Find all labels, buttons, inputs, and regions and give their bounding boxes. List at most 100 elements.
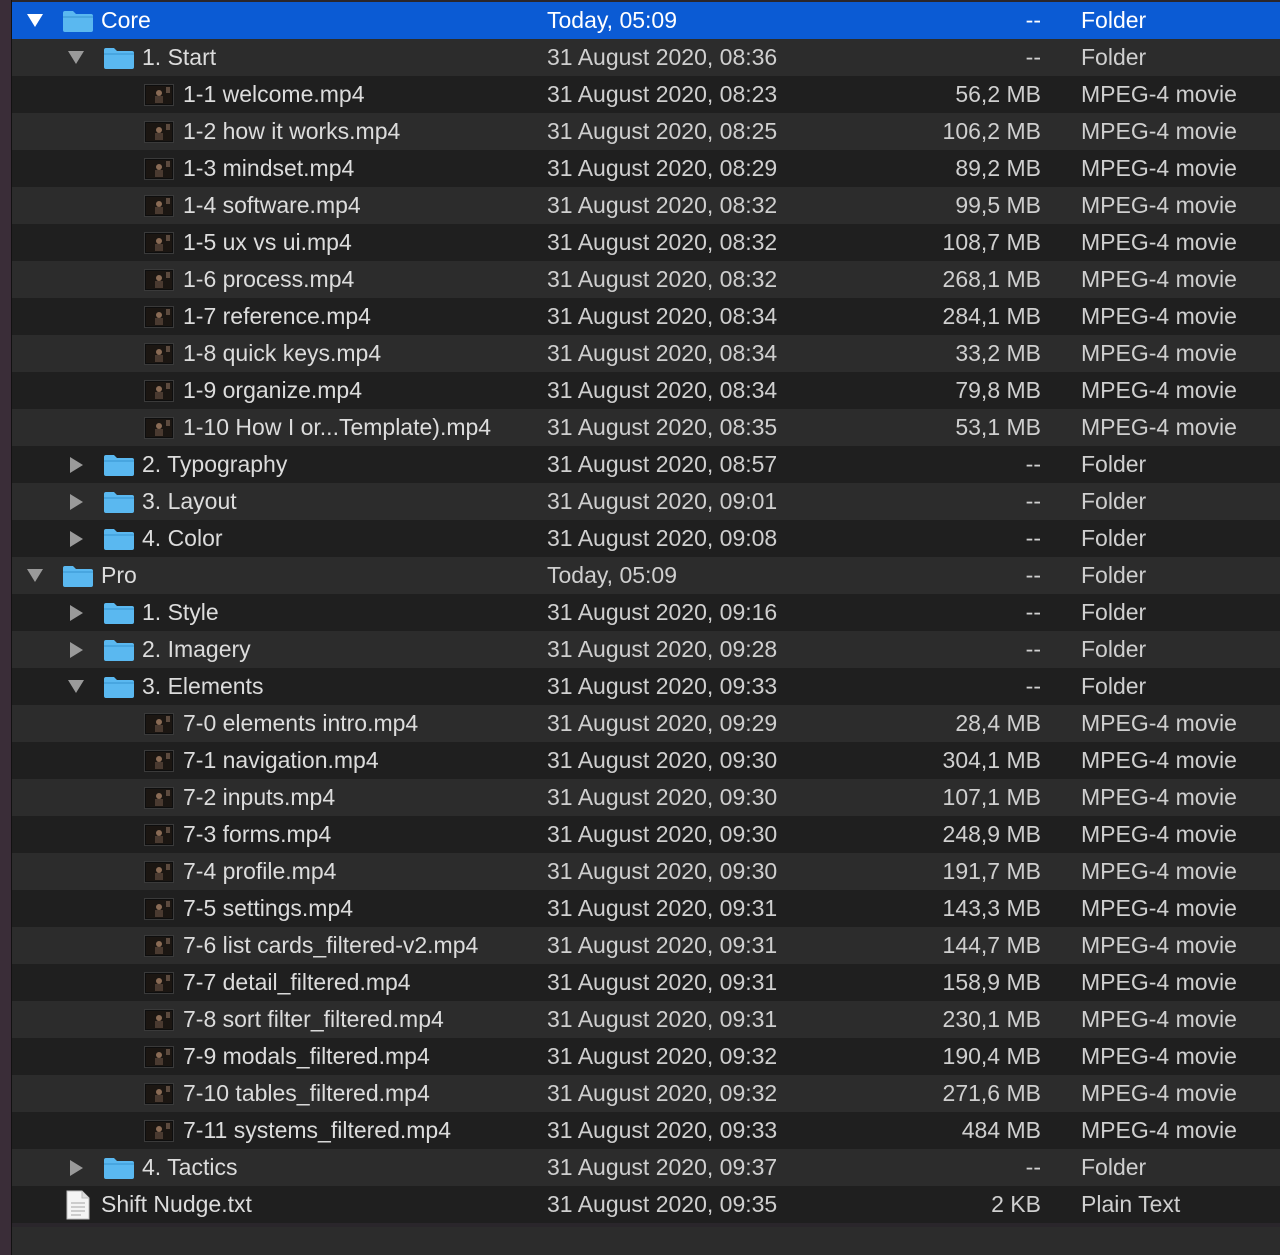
item-name: 3. Layout [142, 488, 237, 514]
disclosure-expanded-icon[interactable] [66, 668, 86, 705]
item-size: 158,9 MB [942, 969, 1041, 995]
disclosure-expanded-icon[interactable] [25, 557, 45, 594]
file-row[interactable]: 1-10 How I or...Template).mp4 31 August 2… [12, 409, 1280, 446]
folder-row[interactable]: 2. Typography 31 August 2020, 08:57 -- Fold… [12, 446, 1280, 483]
file-row[interactable]: 1-9 organize.mp4 31 August 2020, 08:34 79,… [12, 372, 1280, 409]
file-row[interactable]: 7-11 systems_filtered.mp4 31 August 2020,… [12, 1112, 1280, 1149]
item-name: 7-4 profile.mp4 [183, 858, 337, 884]
date-modified: 31 August 2020, 08:34 [547, 303, 778, 329]
item-name: 1-7 reference.mp4 [183, 303, 371, 329]
item-name: 7-9 modals_filtered.mp4 [183, 1043, 430, 1069]
item-kind: MPEG-4 movie [1081, 229, 1237, 255]
item-name: 1-10 How I or...Template).mp4 [183, 414, 492, 440]
file-row[interactable]: 7-8 sort filter_filtered.mp4 31 August 20… [12, 1001, 1280, 1038]
movie-thumbnail-icon [144, 890, 174, 927]
date-modified: 31 August 2020, 08:57 [547, 451, 778, 477]
folder-row[interactable]: 3. Layout 31 August 2020, 09:01 -- Folder [12, 483, 1280, 520]
folder-icon [62, 557, 94, 594]
date-modified: 31 August 2020, 09:30 [547, 858, 778, 884]
item-name: 7-5 settings.mp4 [183, 895, 354, 921]
file-row[interactable]: 1-3 mindset.mp4 31 August 2020, 08:29 89,2… [12, 150, 1280, 187]
folder-row[interactable]: 4. Color 31 August 2020, 09:08 -- Folder [12, 520, 1280, 557]
file-row[interactable]: 7-4 profile.mp4 31 August 2020, 09:30 191,… [12, 853, 1280, 890]
folder-row[interactable]: 2. Imagery 31 August 2020, 09:28 -- Folder [12, 631, 1280, 668]
file-row[interactable]: 7-5 settings.mp4 31 August 2020, 09:31 143… [12, 890, 1280, 927]
disclosure-collapsed-icon[interactable] [66, 1149, 86, 1186]
file-row[interactable]: 1-7 reference.mp4 31 August 2020, 08:34 28… [12, 298, 1280, 335]
item-name: 7-3 forms.mp4 [183, 821, 332, 847]
date-modified: 31 August 2020, 09:33 [547, 1117, 778, 1143]
folder-icon [103, 483, 135, 520]
file-row[interactable]: Shift Nudge.txt 31 August 2020, 09:35 2 KB… [12, 1186, 1280, 1223]
disclosure-collapsed-icon[interactable] [66, 446, 86, 483]
item-size: 191,7 MB [942, 858, 1041, 884]
item-kind: Folder [1081, 451, 1147, 477]
file-row[interactable]: 7-0 elements intro.mp4 31 August 2020, 09… [12, 705, 1280, 742]
file-row[interactable]: 7-1 navigation.mp4 31 August 2020, 09:30 3… [12, 742, 1280, 779]
movie-thumbnail-icon [144, 224, 174, 261]
folder-row[interactable]: 1. Start 31 August 2020, 08:36 -- Folder [12, 39, 1280, 76]
file-row[interactable]: 1-1 welcome.mp4 31 August 2020, 08:23 56,2… [12, 76, 1280, 113]
item-size: -- [1025, 525, 1041, 551]
item-kind: Folder [1081, 636, 1147, 662]
date-modified: 31 August 2020, 09:08 [547, 525, 778, 551]
disclosure-collapsed-icon[interactable] [66, 483, 86, 520]
item-kind: MPEG-4 movie [1081, 377, 1237, 403]
disclosure-expanded-icon[interactable] [66, 39, 86, 76]
file-row[interactable]: 7-3 forms.mp4 31 August 2020, 09:30 248,9 … [12, 816, 1280, 853]
movie-thumbnail-icon [144, 261, 174, 298]
disclosure-collapsed-icon[interactable] [66, 520, 86, 557]
item-size: 106,2 MB [942, 118, 1041, 144]
file-row[interactable]: 1-8 quick keys.mp4 31 August 2020, 08:34 3… [12, 335, 1280, 372]
file-row[interactable]: 1-5 ux vs ui.mp4 31 August 2020, 08:32 108… [12, 224, 1280, 261]
file-row[interactable]: 7-9 modals_filtered.mp4 31 August 2020, 0… [12, 1038, 1280, 1075]
disclosure-expanded-icon[interactable] [25, 2, 45, 39]
item-name: Core [101, 7, 151, 33]
file-row[interactable]: 1-4 software.mp4 31 August 2020, 08:32 99,… [12, 187, 1280, 224]
list-empty-area [12, 1227, 1280, 1255]
item-kind: MPEG-4 movie [1081, 192, 1237, 218]
disclosure-collapsed-icon[interactable] [66, 594, 86, 631]
item-kind: MPEG-4 movie [1081, 710, 1237, 736]
item-kind: MPEG-4 movie [1081, 81, 1237, 107]
file-row[interactable]: 7-7 detail_filtered.mp4 31 August 2020, 0… [12, 964, 1280, 1001]
file-row[interactable]: 1-2 how it works.mp4 31 August 2020, 08:2… [12, 113, 1280, 150]
item-name: 3. Elements [142, 673, 264, 699]
date-modified: Today, 05:09 [547, 562, 678, 588]
item-name: 4. Color [142, 525, 223, 551]
folder-row[interactable]: Pro Today, 05:09 -- Folder [12, 557, 1280, 594]
file-row[interactable]: 7-6 list cards_filtered-v2.mp4 31 August … [12, 927, 1280, 964]
movie-thumbnail-icon [144, 1001, 174, 1038]
folder-row[interactable]: 3. Elements 31 August 2020, 09:33 -- Folder [12, 668, 1280, 705]
folder-row[interactable]: 1. Style 31 August 2020, 09:16 -- Folder [12, 594, 1280, 631]
file-row[interactable]: 7-10 tables_filtered.mp4 31 August 2020, … [12, 1075, 1280, 1112]
folder-icon [103, 446, 135, 483]
folder-icon [103, 1149, 135, 1186]
item-size: 484 MB [961, 1117, 1041, 1143]
item-name: 7-11 systems_filtered.mp4 [183, 1117, 452, 1143]
folder-row[interactable]: Core Today, 05:09 -- Folder [12, 2, 1280, 39]
date-modified: 31 August 2020, 09:35 [547, 1191, 778, 1217]
item-kind: MPEG-4 movie [1081, 895, 1237, 921]
item-kind: Folder [1081, 44, 1147, 70]
item-size: 143,3 MB [942, 895, 1041, 921]
file-row[interactable]: 1-6 process.mp4 31 August 2020, 08:32 268,… [12, 261, 1280, 298]
item-kind: MPEG-4 movie [1081, 932, 1237, 958]
item-size: 284,1 MB [942, 303, 1041, 329]
item-kind: Folder [1081, 488, 1147, 514]
date-modified: 31 August 2020, 09:30 [547, 821, 778, 847]
disclosure-collapsed-icon[interactable] [66, 631, 86, 668]
file-row[interactable]: 7-2 inputs.mp4 31 August 2020, 09:30 107,1… [12, 779, 1280, 816]
item-name: 1. Style [142, 599, 219, 625]
date-modified: 31 August 2020, 08:36 [547, 44, 778, 70]
item-size: 99,5 MB [955, 192, 1041, 218]
item-kind: MPEG-4 movie [1081, 1080, 1237, 1106]
folder-icon [103, 668, 135, 705]
folder-row[interactable]: 4. Tactics 31 August 2020, 09:37 -- Folder [12, 1149, 1280, 1186]
item-name: 2. Imagery [142, 636, 251, 662]
date-modified: 31 August 2020, 09:29 [547, 710, 778, 736]
item-kind: MPEG-4 movie [1081, 266, 1237, 292]
item-size: -- [1025, 673, 1041, 699]
date-modified: 31 August 2020, 09:31 [547, 895, 778, 921]
item-kind: MPEG-4 movie [1081, 414, 1237, 440]
